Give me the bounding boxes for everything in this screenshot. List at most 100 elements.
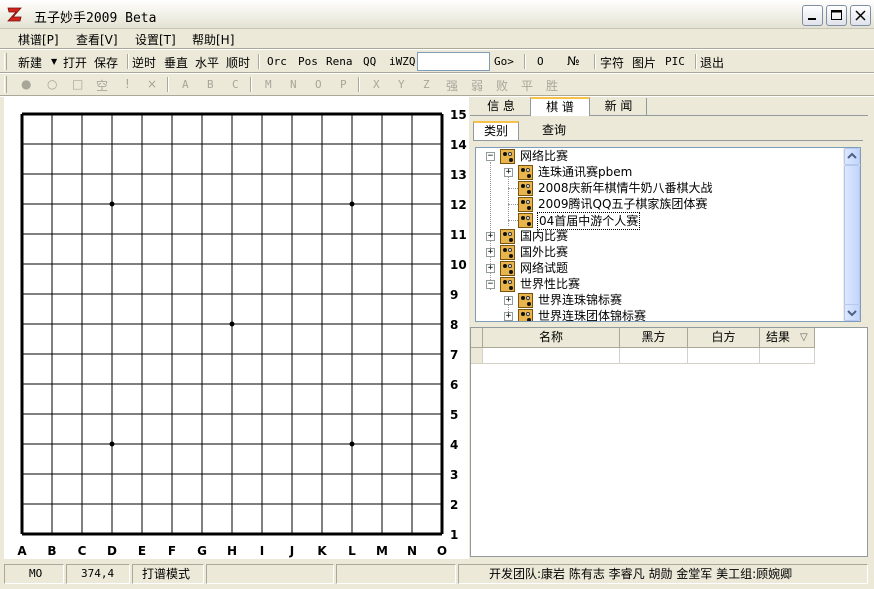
tree-node-world-team-championship[interactable]: + 世界连珠团体锦标赛: [476, 308, 846, 321]
table-cell[interactable]: [620, 348, 688, 364]
orc-button[interactable]: Orc: [267, 55, 287, 68]
toolbar-grip[interactable]: [4, 53, 7, 70]
tree-node-domestic[interactable]: + 国内比赛: [476, 228, 846, 244]
number-mark-button[interactable]: №: [567, 54, 579, 68]
rena-button[interactable]: Rena: [326, 55, 353, 68]
tab-info[interactable]: 信 息: [473, 98, 529, 116]
tree-node-pbem[interactable]: + 连珠通讯赛pbem: [476, 164, 846, 180]
tree-node-2009-qq-team[interactable]: 2009腾讯QQ五子棋家族团体赛: [476, 196, 846, 212]
expand-icon[interactable]: +: [486, 264, 495, 273]
iwzq-button[interactable]: iWZQ: [389, 55, 416, 68]
text-button[interactable]: 字符: [600, 54, 624, 71]
collapse-icon[interactable]: −: [486, 152, 495, 161]
label-a-button[interactable]: A: [182, 78, 189, 91]
game-list-table[interactable]: 名称 黑方 白方 结果 ▽: [470, 327, 868, 557]
toolbar-separator: [358, 77, 360, 92]
empty-marker-button[interactable]: 空: [96, 77, 108, 94]
board-row-label: 6: [450, 378, 458, 392]
maximize-button[interactable]: [826, 5, 847, 26]
menu-settings[interactable]: 设置[T]: [135, 31, 176, 48]
subtab-category[interactable]: 类别: [473, 121, 519, 140]
image-button[interactable]: 图片: [632, 54, 656, 71]
chevron-up-icon: [847, 152, 857, 159]
label-n-button[interactable]: N: [290, 78, 297, 91]
close-button[interactable]: [850, 5, 871, 26]
label-p-button[interactable]: P: [340, 78, 347, 91]
subtab-search[interactable]: 查询: [530, 122, 578, 140]
expand-icon[interactable]: +: [504, 312, 513, 321]
column-header-name[interactable]: 名称: [483, 328, 620, 348]
collapse-icon[interactable]: −: [486, 280, 495, 289]
expand-icon[interactable]: +: [504, 296, 513, 305]
toolbar-separator: [167, 77, 169, 92]
tree-node-world-championship[interactable]: + 世界连珠锦标赛: [476, 292, 846, 308]
chevron-down-icon: [847, 310, 857, 317]
tree-scrollbar[interactable]: [843, 148, 860, 321]
tree-node-04-zhongyou[interactable]: 04首届中游个人赛: [476, 212, 846, 230]
save-button[interactable]: 保存: [94, 54, 118, 71]
menu-view[interactable]: 查看[V]: [76, 31, 118, 48]
new-dropdown-arrow-icon[interactable]: ▼: [51, 57, 57, 66]
label-y-button[interactable]: Y: [398, 78, 405, 91]
tree-connector: [508, 188, 518, 189]
strong-button[interactable]: 强: [446, 77, 458, 94]
table-cell[interactable]: [483, 348, 620, 364]
gomoku-folder-icon: [518, 197, 533, 212]
label-b-button[interactable]: B: [207, 78, 214, 91]
tree-node-foreign[interactable]: + 国外比赛: [476, 244, 846, 260]
qq-button[interactable]: QQ: [363, 55, 376, 68]
new-button[interactable]: 新建: [18, 54, 42, 71]
tree-node-online-matches[interactable]: − 网络比赛: [476, 148, 846, 164]
scroll-down-button[interactable]: [844, 304, 860, 321]
label-z-button[interactable]: Z: [423, 78, 430, 91]
scroll-thumb[interactable]: [844, 165, 860, 305]
gomoku-board[interactable]: A B C D E F G H I J K L M N O 15 14 13 12 11 10 9 8 7 6 5 4 3 2 1: [4, 97, 469, 559]
tab-game-records[interactable]: 棋 谱: [530, 97, 590, 116]
lose-button[interactable]: 败: [496, 77, 508, 94]
white-stone-marker-button[interactable]: ○: [47, 77, 57, 91]
minimize-button[interactable]: [802, 5, 823, 26]
rotate-ccw-button[interactable]: 逆时: [132, 54, 156, 71]
go-button[interactable]: Go>: [494, 55, 514, 68]
draw-button[interactable]: 平: [521, 77, 533, 94]
pos-button[interactable]: Pos: [298, 55, 318, 68]
black-stone-marker-button[interactable]: ●: [21, 77, 31, 91]
tree-node-online-puzzles[interactable]: + 网络试题: [476, 260, 846, 276]
square-marker-button[interactable]: □: [72, 77, 83, 91]
cross-marker-button[interactable]: ×: [147, 77, 157, 91]
tree-node-world-matches[interactable]: − 世界性比赛: [476, 276, 846, 292]
position-input[interactable]: [417, 52, 490, 71]
board-row-label: 8: [450, 318, 458, 332]
label-x-button[interactable]: X: [373, 78, 380, 91]
label-o-button[interactable]: O: [315, 78, 322, 91]
menu-game-record[interactable]: 棋谱[P]: [18, 31, 59, 48]
open-button[interactable]: 打开: [63, 54, 87, 71]
label-c-button[interactable]: C: [232, 78, 239, 91]
column-header-black[interactable]: 黑方: [620, 328, 688, 348]
column-header-white[interactable]: 白方: [688, 328, 760, 348]
tab-news[interactable]: 新 闻: [591, 98, 647, 116]
table-cell[interactable]: [760, 348, 815, 364]
circle-mark-button[interactable]: O: [537, 55, 544, 68]
exit-button[interactable]: 退出: [700, 54, 724, 71]
label-m-button[interactable]: M: [265, 78, 272, 91]
category-tree[interactable]: − 网络比赛 + 连珠通讯赛pbem 2008庆新年棋情牛奶八番棋大战 2009…: [475, 147, 861, 322]
flip-horizontal-button[interactable]: 水平: [195, 54, 219, 71]
weak-button[interactable]: 弱: [471, 77, 483, 94]
column-header-result[interactable]: 结果 ▽: [760, 328, 815, 348]
rotate-cw-button[interactable]: 顺时: [226, 54, 250, 71]
expand-icon[interactable]: +: [486, 248, 495, 257]
table-cell[interactable]: [688, 348, 760, 364]
expand-icon[interactable]: +: [504, 168, 513, 177]
expand-icon[interactable]: +: [486, 232, 495, 241]
exclaim-marker-button[interactable]: !: [125, 77, 130, 91]
scroll-up-button[interactable]: [844, 148, 860, 165]
flip-vertical-button[interactable]: 垂直: [164, 54, 188, 71]
tree-node-2008-new-year[interactable]: 2008庆新年棋情牛奶八番棋大战: [476, 180, 846, 196]
toolbar-grip[interactable]: [4, 76, 7, 93]
title-bar[interactable]: 五子妙手2009 Beta: [0, 0, 874, 29]
right-panel: 信 息 棋 谱 新 闻 类别 查询 − 网络比赛 + 连珠通讯赛pbem 200…: [470, 97, 868, 559]
menu-help[interactable]: 帮助[H]: [192, 31, 234, 48]
win-button[interactable]: 胜: [546, 77, 558, 94]
pic-button[interactable]: PIC: [665, 55, 685, 68]
